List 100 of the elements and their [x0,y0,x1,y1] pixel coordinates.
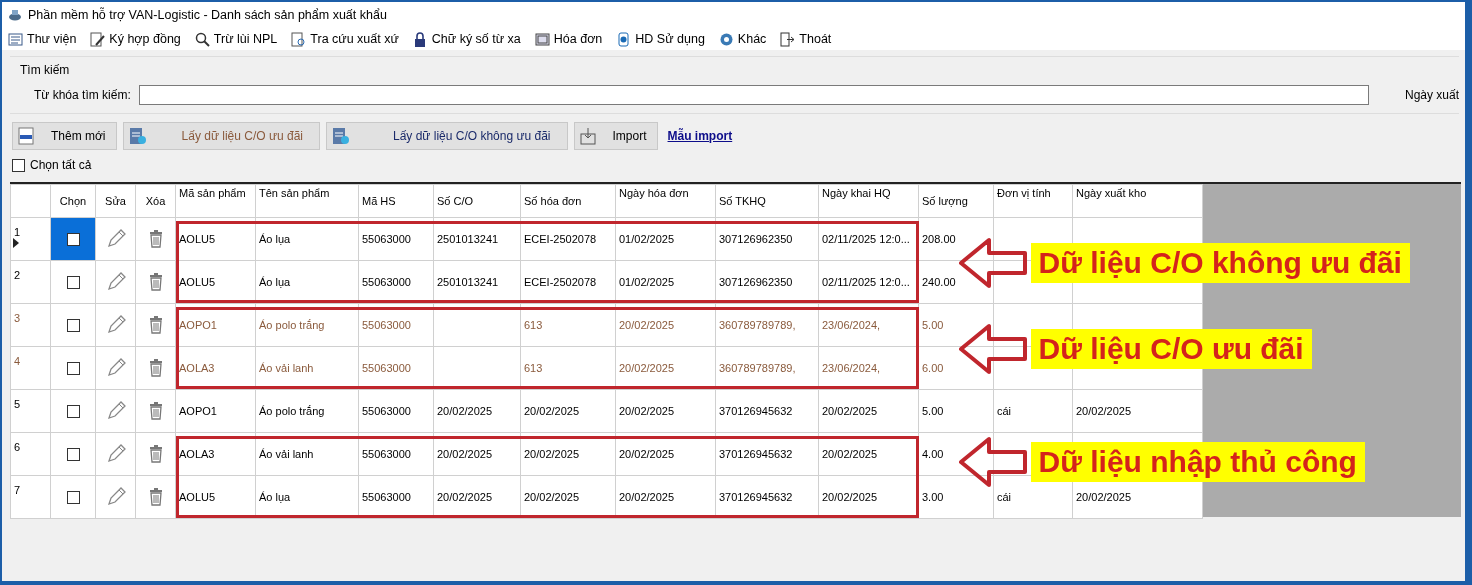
app-icon [8,9,22,21]
table-cell: 2501013241 [437,275,499,288]
callout-arrow [958,435,1027,488]
pencil-icon[interactable] [105,401,126,421]
table-cell: ECEI-2502078 [524,275,597,288]
table-cell: 613 [524,318,543,331]
pencil-icon[interactable] [105,229,126,249]
checkbox[interactable] [66,491,80,505]
table-cell: 20/02/2025 [822,404,878,417]
table-cell: AOPO1 [179,318,217,331]
book-icon [8,31,23,47]
checkbox[interactable] [66,405,80,419]
action-button[interactable]: Import [573,122,658,150]
checkbox[interactable] [66,448,80,462]
toolbar-button[interactable]: Hóa đơn [534,29,603,49]
row-number: 6 [14,441,21,453]
row-number: 2 [14,269,21,281]
search-field[interactable] [138,85,1369,105]
table-cell: AOLA3 [179,447,215,460]
column-header: Ngày hóa đơn [615,184,716,218]
toolbar-button[interactable]: Thoát [780,29,832,49]
table-cell: 20/02/2025 [437,447,493,460]
callout-arrow [958,236,1027,289]
action-button[interactable]: Lấy dữ liệu C/O ưu đãi [122,122,320,150]
toolbar-button[interactable]: Trừ lùi NPL [194,29,278,49]
toolbar-button[interactable]: Thư viện [8,29,77,49]
button-text: Thêm mới [50,128,107,145]
table-cell: 55063000 [362,275,411,288]
table-cell: 20/02/2025 [619,404,675,417]
table-cell: 370126945632 [719,404,793,417]
table-cell: 20/02/2025 [619,318,675,331]
table-cell: Áo vải lanh [259,361,314,374]
window-title: Phần mềm hỗ trợ VAN-Logistic - Danh sách sản phẩm xuất khẩu [28,6,387,24]
table-cell: 360789789789, [719,361,796,374]
row-pointer-icon [13,238,19,248]
link[interactable]: Mẫu import [667,127,733,145]
toolbar-button[interactable]: Ký hợp đồng [90,29,181,49]
table-cell: 4.00 [922,447,944,460]
column-header: Tên sản phẩm [255,184,359,218]
table-cell: 5.00 [922,404,944,417]
checkbox[interactable] [12,158,25,172]
checkbox[interactable] [66,276,80,290]
table-cell: 307126962350 [719,232,793,245]
table-cell: 20/02/2025 [619,490,675,503]
table-cell: 55063000 [362,404,411,417]
table-cell: 23/06/2024, [822,318,881,331]
column-header: Số TKHQ [715,184,819,218]
callout-label: Dữ liệu nhập thủ công [1030,441,1365,482]
pencil-icon[interactable] [105,315,126,335]
action-button[interactable]: Lấy dữ liệu C/O không ưu đãi [326,122,568,150]
action-button[interactable]: Thêm mới [12,122,117,150]
callout-label: Dữ liệu C/O không ưu đãi [1030,242,1410,283]
column-header: Số hóa đơn [520,184,616,218]
table-cell: Áo lụa [259,232,291,245]
document-icon [331,126,351,146]
column-header: Mã sản phẩm [175,184,256,218]
download-icon [578,126,599,146]
table-cell: 370126945632 [719,447,793,460]
group-title: Tìm kiếm [19,62,70,79]
table-cell: AOPO1 [179,404,217,417]
table-cell: 370126945632 [719,490,793,503]
table-cell: AOLA3 [179,361,215,374]
row-number: 5 [14,398,21,410]
column-header: Số C/O [433,184,521,218]
table-cell: 55063000 [362,361,411,374]
table-cell: 55063000 [362,490,411,503]
row-number: 1 [14,226,21,238]
pencil-icon[interactable] [105,444,126,464]
table-cell: AOLU5 [179,275,216,288]
table-cell: 20/02/2025 [822,447,878,460]
toolbar-button[interactable]: Khác [718,29,767,49]
checkbox[interactable] [66,362,80,376]
toolbar-button[interactable]: Chữ ký số từ xa [412,29,521,49]
table-cell: 307126962350 [719,275,793,288]
new-document-icon [17,126,37,146]
table-cell: 20/02/2025 [437,490,493,503]
table-cell: 20/02/2025 [1076,490,1132,503]
checkbox[interactable] [66,233,80,247]
row-number: 4 [14,355,21,367]
table-cell: Áo lụa [259,490,291,503]
table-cell: AOLU5 [179,232,216,245]
column-header: Chọn [50,184,96,218]
field-label: Từ khóa tìm kiếm: [34,87,131,104]
table-cell: 5.00 [922,318,944,331]
table-cell: 20/02/2025 [524,490,580,503]
table-cell: 208.00 [922,232,956,245]
column-header: Ngày xuất kho [1072,184,1203,218]
lock-icon [412,31,428,47]
toolbar-button[interactable]: HD Sử dụng [616,29,705,49]
callout-arrow [958,322,1027,375]
checkbox[interactable] [66,319,80,333]
table-cell: cái [997,490,1012,503]
table-cell: 20/02/2025 [619,361,675,374]
pencil-icon[interactable] [105,272,126,292]
callout-label: Dữ liệu C/O ưu đãi [1030,328,1312,369]
table-cell: 360789789789, [719,318,796,331]
pencil-icon[interactable] [105,358,126,378]
row-number: 3 [14,312,21,324]
toolbar-button[interactable]: Tra cứu xuất xứ [291,29,399,49]
pencil-icon[interactable] [105,487,126,507]
